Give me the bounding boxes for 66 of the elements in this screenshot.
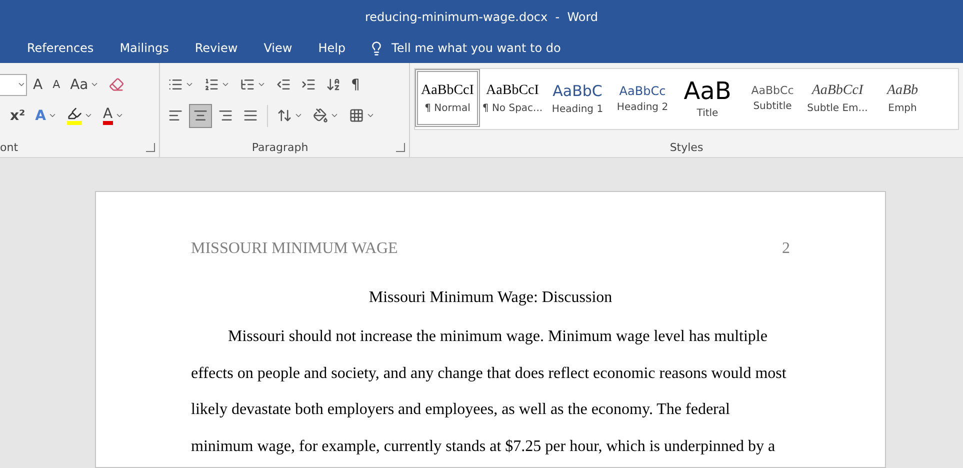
style-preview: AaBbC: [552, 82, 602, 100]
align-center-icon: [193, 108, 208, 123]
caret-icon: [257, 80, 266, 89]
caret-icon: [221, 80, 230, 89]
style-name: Subtitle: [753, 101, 792, 112]
style-preview: AaBb: [886, 82, 918, 98]
grow-font-button[interactable]: A: [29, 72, 47, 96]
shrink-font-button[interactable]: A: [48, 72, 64, 96]
ribbon-tab[interactable]: References: [14, 33, 107, 63]
body-paragraph: Missouri should not increase the minimum wage. Minimum wage level has multiple effects on people and society, and any change that does reflect economic reasons would most likely devastate both employers and employees, as well as the economy. The federal minimum wage, for example, currently stands at $7.25 per hour, which is underpinned by a: [191, 327, 788, 458]
style-name: Heading 2: [616, 102, 668, 112]
style-gallery-item[interactable]: AaBbCcI ¶ Normal: [415, 69, 480, 127]
borders-icon: [349, 108, 364, 123]
caret-icon: [185, 80, 194, 89]
increase-indent-icon: [301, 77, 316, 92]
numbered-list-icon: [204, 77, 219, 92]
bullet-list-icon: [168, 77, 183, 92]
ribbon-tab[interactable]: Help: [305, 33, 359, 63]
ribbon-tab[interactable]: Review: [182, 33, 251, 63]
caret-icon: [114, 111, 124, 120]
style-name: Emph: [888, 102, 917, 114]
shading-icon: [313, 108, 328, 123]
multilevel-list-icon: [240, 77, 255, 92]
dialog-launcher-icon[interactable]: [146, 142, 155, 152]
change-case-button[interactable]: Aa: [66, 72, 104, 96]
group-label: ont: [0, 140, 18, 154]
caret-icon: [17, 80, 26, 89]
style-name: Heading 1: [552, 104, 604, 114]
group-label: Styles: [670, 140, 704, 154]
document-title: Missouri Minimum Wage: Discussion: [368, 289, 614, 307]
caret-icon: [48, 111, 58, 120]
style-name: Title: [696, 108, 718, 118]
window-title: reducing-minimum-wage.docx - Word: [364, 10, 598, 24]
group-label: Paragraph: [252, 140, 308, 154]
caret-icon: [330, 111, 339, 120]
sort-icon: [326, 77, 341, 92]
style-preview: AaBbCc: [751, 84, 794, 97]
text-effects-button[interactable]: A: [31, 104, 62, 128]
ribbon-tab[interactable]: View: [250, 33, 306, 63]
caret-icon: [366, 111, 375, 120]
justify-icon: [243, 108, 258, 123]
style-preview: AaBbCcI: [486, 82, 539, 98]
dialog-launcher-icon[interactable]: [396, 142, 405, 152]
superscript-button[interactable]: x²: [6, 104, 30, 128]
caret-icon: [84, 111, 94, 120]
line-spacing-icon: [277, 108, 292, 123]
style-preview: AaB: [684, 78, 732, 104]
font-color-button[interactable]: A: [99, 104, 128, 128]
style-preview: AaBbCcI: [421, 82, 474, 98]
align-right-icon: [218, 108, 233, 123]
eraser-icon: [109, 77, 124, 92]
align-left-icon: [168, 108, 183, 123]
tell-me-search[interactable]: Tell me what you want to do: [392, 41, 561, 55]
style-name: Subtle Em...: [807, 102, 868, 114]
style-preview: AaBbCcI: [812, 82, 864, 98]
style-name: ¶ Normal: [424, 102, 470, 114]
style-name: ¶ No Spac...: [482, 102, 543, 114]
ribbon-tab[interactable]: Mailings: [106, 33, 182, 63]
page-number: 2: [782, 240, 790, 258]
show-formatting-button[interactable]: ¶: [347, 72, 364, 96]
caret-icon: [294, 111, 303, 120]
align-center-button[interactable]: [189, 104, 212, 128]
caret-icon: [90, 80, 100, 89]
decrease-indent-icon: [276, 77, 291, 92]
running-header: MISSOURI MINIMUM WAGE: [191, 240, 398, 258]
style-preview: AaBbCc: [619, 84, 666, 98]
